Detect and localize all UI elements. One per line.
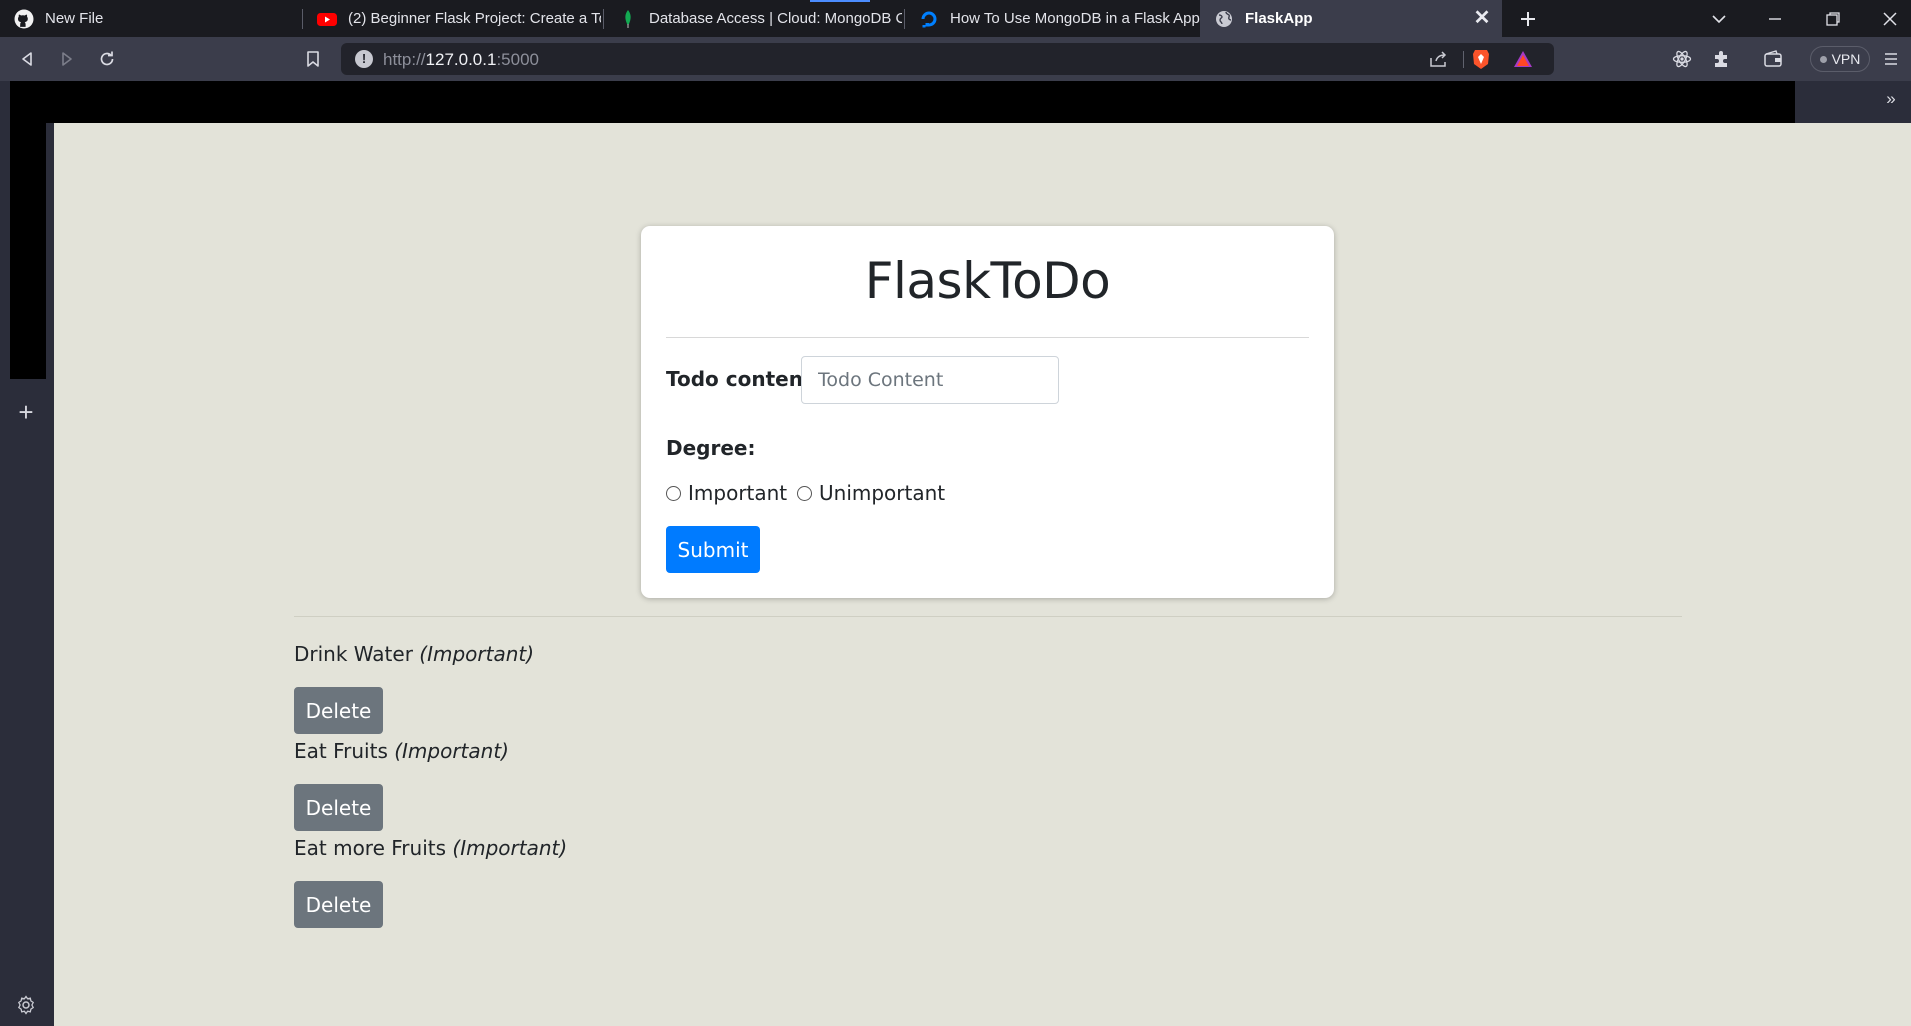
tab-label: (2) Beginner Flask Project: Create a To [348, 10, 601, 27]
todo-degree: (Important) [452, 836, 568, 860]
tab-mongodb-flask-guide[interactable]: How To Use MongoDB in a Flask Appli [905, 0, 1200, 37]
sidebar-settings-gear-icon[interactable] [13, 992, 39, 1018]
digitalocean-icon [919, 9, 939, 29]
mongodb-leaf-icon [618, 9, 638, 29]
tab-mongodb-cloud[interactable]: Database Access | Cloud: MongoDB Cl [604, 0, 902, 37]
radio-circle-icon[interactable] [666, 485, 681, 501]
list-divider [294, 616, 1682, 617]
radio-important-label: Important [688, 481, 788, 505]
url-host: 127.0.0.1 [425, 50, 497, 69]
navigation-toolbar: ! http://127.0.0.1:5000 VPN [0, 37, 1911, 81]
address-bar[interactable]: ! http://127.0.0.1:5000 [341, 43, 1554, 75]
todo-item: Eat Fruits (Important) [294, 739, 509, 763]
radio-circle-icon[interactable] [797, 485, 812, 501]
loading-indicator [810, 0, 870, 2]
tab-label: New File [45, 10, 104, 27]
url-divider [1463, 51, 1464, 68]
url-text[interactable]: http://127.0.0.1:5000 [383, 50, 539, 70]
vpn-button[interactable]: VPN [1810, 46, 1870, 72]
react-devtools-icon[interactable] [1668, 45, 1696, 73]
brave-rewards-icon[interactable] [1511, 47, 1535, 71]
todo-content: Drink Water [294, 642, 413, 666]
todo-degree: (Important) [394, 739, 509, 763]
submit-button[interactable]: Submit [666, 526, 760, 573]
todo-form-card: FlaskToDo Todo content: Degree: Importan… [641, 226, 1334, 598]
radio-important[interactable]: Important [666, 481, 787, 505]
close-tab-icon[interactable]: ✕ [1472, 8, 1492, 28]
wallet-icon[interactable] [1759, 45, 1787, 73]
forward-button[interactable] [53, 45, 81, 73]
page-title: FlaskToDo [864, 252, 1111, 310]
todo-content-input[interactable] [801, 356, 1059, 404]
minimize-button[interactable] [1762, 6, 1788, 32]
extensions-puzzle-icon[interactable] [1708, 45, 1736, 73]
tab-label: How To Use MongoDB in a Flask Appli [950, 10, 1200, 27]
delete-button[interactable]: Delete [294, 784, 383, 831]
tab-label: Database Access | Cloud: MongoDB Cl [649, 10, 902, 27]
bookmark-icon[interactable] [299, 45, 327, 73]
tab-flaskapp[interactable]: FlaskApp ✕ [1200, 0, 1502, 37]
tab-label: FlaskApp [1245, 10, 1313, 27]
globe-icon [1214, 9, 1234, 29]
todo-content: Eat more Fruits [294, 836, 447, 860]
restore-button[interactable] [1820, 6, 1846, 32]
sidebar-header-bar [10, 81, 1795, 123]
sidebar-panel [10, 81, 46, 379]
todo-content-label: Todo content: [666, 367, 821, 391]
tab-strip: New File (2) Beginner Flask Project: Cre… [0, 0, 1911, 37]
site-info-icon[interactable]: ! [355, 50, 373, 68]
github-icon [14, 9, 34, 29]
delete-button[interactable]: Delete [294, 881, 383, 928]
degree-label: Degree: [666, 436, 756, 460]
close-window-button[interactable] [1877, 6, 1903, 32]
double-chevron-right-icon[interactable]: » [1880, 88, 1902, 110]
delete-button[interactable]: Delete [294, 687, 383, 734]
page-viewport: FlaskToDo Todo content: Degree: Importan… [54, 123, 1911, 1026]
share-icon[interactable] [1427, 47, 1451, 71]
sidebar: + [0, 81, 54, 1026]
url-port: :5000 [496, 50, 539, 69]
sidebar-add-icon[interactable]: + [12, 399, 40, 427]
tab-new-file[interactable]: New File [0, 0, 300, 37]
todo-content: Eat Fruits [294, 739, 388, 763]
new-tab-button[interactable] [1515, 6, 1541, 32]
todo-degree: (Important) [419, 642, 535, 666]
radio-unimportant-label: Unimportant [819, 481, 946, 505]
todo-item: Eat more Fruits (Important) [294, 836, 567, 860]
reload-button[interactable] [93, 45, 121, 73]
title-divider [666, 337, 1309, 338]
youtube-icon [317, 9, 337, 29]
brave-shields-icon[interactable] [1469, 47, 1493, 71]
url-scheme: http:// [383, 50, 426, 69]
todo-item: Drink Water (Important) [294, 642, 534, 666]
back-button[interactable] [13, 45, 41, 73]
vpn-status-dot [1819, 55, 1827, 63]
radio-unimportant[interactable]: Unimportant [797, 481, 945, 505]
tab-flask-youtube[interactable]: (2) Beginner Flask Project: Create a To [303, 0, 601, 37]
menu-icon[interactable] [1877, 45, 1905, 73]
vpn-label: VPN [1831, 51, 1861, 67]
tab-search-chevron-icon[interactable] [1706, 6, 1732, 32]
